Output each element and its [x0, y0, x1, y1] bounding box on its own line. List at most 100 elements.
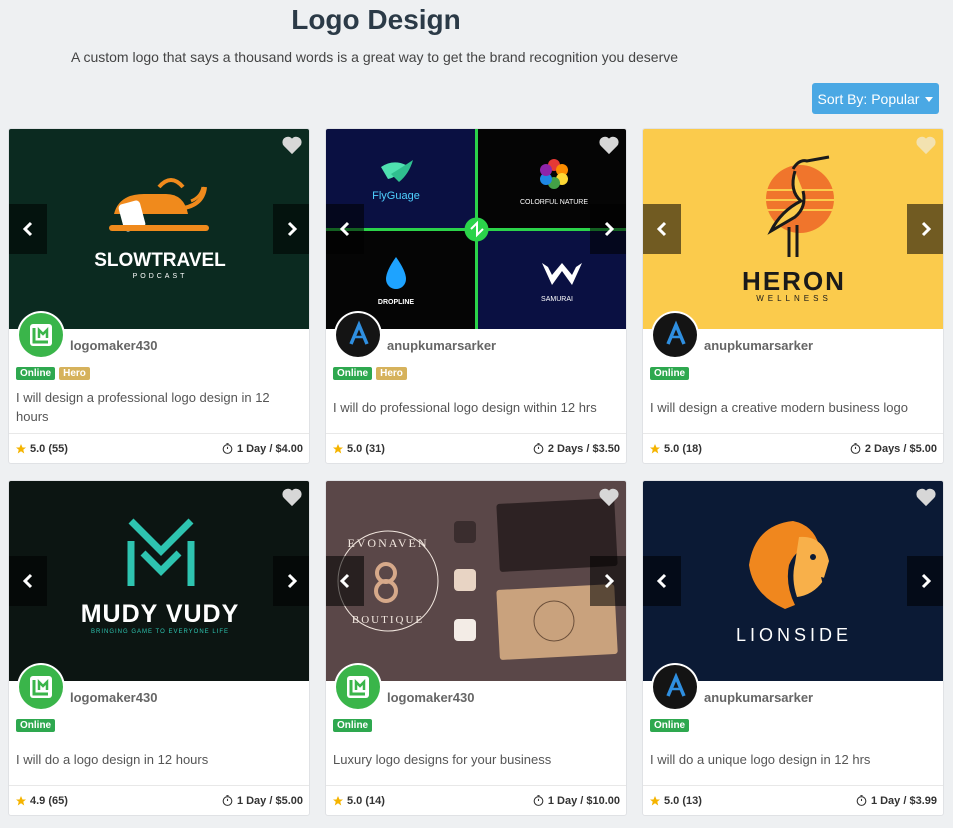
thumb-brand-subtext: BOUTIQUE	[352, 614, 424, 626]
avatar[interactable]	[17, 663, 65, 711]
page-subtitle: A custom logo that says a thousand words…	[71, 49, 679, 65]
sort-label: Sort By: Popular	[817, 90, 920, 107]
heart-icon[interactable]	[281, 487, 303, 507]
prev-image-arrow[interactable]	[9, 556, 47, 606]
heart-icon[interactable]	[598, 135, 620, 155]
chevron-right-icon	[287, 221, 298, 237]
gig-thumbnail[interactable]: LIONSIDE	[643, 481, 943, 681]
gig-card[interactable]: EVONAVEN BOUTIQUE logomaker430 Online Lu…	[325, 480, 627, 816]
card-footer: 5.0 (18) 2 Days / $5.00	[643, 433, 943, 463]
prev-image-arrow[interactable]	[326, 556, 364, 606]
next-image-arrow[interactable]	[273, 556, 309, 606]
badge-list: Online	[333, 719, 373, 732]
star-icon	[650, 443, 660, 453]
thumb-brand-subtext: WELLNESS	[756, 294, 832, 303]
chevron-right-icon	[604, 221, 615, 237]
online-badge: Online	[333, 719, 373, 732]
prev-image-arrow[interactable]	[9, 204, 47, 254]
gig-card[interactable]: LIONSIDE anupkumarsarker Online I will d…	[642, 480, 944, 816]
stopwatch-icon	[222, 443, 233, 454]
avatar[interactable]	[651, 663, 699, 711]
heart-icon[interactable]	[915, 135, 937, 155]
next-image-arrow[interactable]	[273, 204, 309, 254]
gig-thumbnail[interactable]: HERON WELLNESS	[643, 129, 943, 329]
gig-description[interactable]: I will design a professional logo design…	[16, 388, 299, 426]
delivery-text: 1 Day / $3.99	[870, 794, 937, 807]
avatar[interactable]	[334, 311, 382, 359]
hero-badge: Hero	[376, 367, 407, 380]
gig-thumbnail[interactable]: SLOWTRAVEL PODCAST	[9, 129, 309, 329]
online-badge: Online	[650, 719, 690, 732]
seller-name[interactable]: logomaker430	[70, 690, 157, 705]
gig-description[interactable]: Luxury logo designs for your business	[333, 750, 616, 769]
seller-name[interactable]: logomaker430	[387, 690, 474, 705]
gig-card[interactable]: FlyGuage COLORFUL NATURE DROPLINE SAMURA…	[325, 128, 627, 464]
gig-card[interactable]: HERON WELLNESS anupkumarsarker Online I …	[642, 128, 944, 464]
avatar[interactable]	[651, 311, 699, 359]
stopwatch-icon	[850, 443, 861, 454]
badge-list: Online	[16, 719, 56, 732]
seller-name[interactable]: logomaker430	[70, 338, 157, 353]
stopwatch-icon	[222, 795, 233, 806]
gig-card[interactable]: SLOWTRAVEL PODCAST logomaker430 Online H…	[8, 128, 310, 464]
rating-text: 5.0 (55)	[30, 442, 68, 455]
next-image-arrow[interactable]	[590, 556, 626, 606]
chevron-left-icon	[339, 221, 350, 237]
prev-image-arrow[interactable]	[643, 204, 681, 254]
gig-thumbnail[interactable]: MUDY VUDY BRINGING GAME TO EVERYONE LIFE	[9, 481, 309, 681]
delivery-text: 2 Days / $5.00	[864, 442, 937, 455]
rating-text: 4.9 (65)	[30, 794, 68, 807]
gig-thumbnail[interactable]: EVONAVEN BOUTIQUE	[326, 481, 626, 681]
rating-text: 5.0 (13)	[664, 794, 702, 807]
seller-name[interactable]: anupkumarsarker	[704, 690, 813, 705]
card-footer: 5.0 (31) 2 Days / $3.50	[326, 433, 626, 463]
chevron-left-icon	[656, 573, 667, 589]
prev-image-arrow[interactable]	[326, 204, 364, 254]
avatar[interactable]	[17, 311, 65, 359]
rating-text: 5.0 (14)	[347, 794, 385, 807]
star-icon	[333, 795, 343, 805]
thumb-brand-text: EVONAVEN	[347, 536, 428, 550]
avatar[interactable]	[334, 663, 382, 711]
chevron-right-icon	[287, 573, 298, 589]
thumb-brand-text: MUDY VUDY	[81, 600, 240, 628]
next-image-arrow[interactable]	[907, 204, 943, 254]
next-image-arrow[interactable]	[907, 556, 943, 606]
heart-icon[interactable]	[281, 135, 303, 155]
prev-image-arrow[interactable]	[643, 556, 681, 606]
delivery-text: 1 Day / $10.00	[547, 794, 620, 807]
delivery-text: 1 Day / $4.00	[236, 442, 303, 455]
star-icon	[16, 443, 26, 453]
caret-down-icon	[925, 97, 934, 102]
gig-description[interactable]: I will do a unique logo design in 12 hrs	[650, 750, 933, 769]
delivery-text: 1 Day / $5.00	[236, 794, 303, 807]
gig-thumbnail[interactable]: FlyGuage COLORFUL NATURE DROPLINE SAMURA…	[326, 129, 626, 329]
next-image-arrow[interactable]	[590, 204, 626, 254]
sort-button[interactable]: Sort By: Popular	[812, 83, 939, 114]
gig-description[interactable]: I will do professional logo design withi…	[333, 398, 616, 417]
heart-icon[interactable]	[598, 487, 620, 507]
chevron-right-icon	[604, 573, 615, 589]
card-footer: 5.0 (55) 1 Day / $4.00	[9, 433, 309, 463]
seller-name[interactable]: anupkumarsarker	[704, 338, 813, 353]
chevron-right-icon	[921, 573, 932, 589]
gig-description[interactable]: I will design a creative modern business…	[650, 398, 933, 417]
online-badge: Online	[16, 367, 56, 380]
thumb-label: DROPLINE	[378, 299, 415, 306]
seller-name[interactable]: anupkumarsarker	[387, 338, 496, 353]
stopwatch-icon	[856, 795, 867, 806]
hero-badge: Hero	[59, 367, 90, 380]
chevron-left-icon	[22, 573, 33, 589]
thumb-label: COLORFUL NATURE	[520, 199, 588, 206]
chevron-left-icon	[656, 221, 667, 237]
chevron-right-icon	[921, 221, 932, 237]
heart-icon[interactable]	[915, 487, 937, 507]
gig-card[interactable]: MUDY VUDY BRINGING GAME TO EVERYONE LIFE…	[8, 480, 310, 816]
badge-list: Online Hero	[16, 367, 90, 380]
thumb-label: SAMURAI	[541, 296, 573, 303]
online-badge: Online	[16, 719, 56, 732]
badge-list: Online	[650, 719, 690, 732]
star-icon	[333, 443, 343, 453]
gig-description[interactable]: I will do a logo design in 12 hours	[16, 750, 299, 769]
stopwatch-icon	[533, 795, 544, 806]
